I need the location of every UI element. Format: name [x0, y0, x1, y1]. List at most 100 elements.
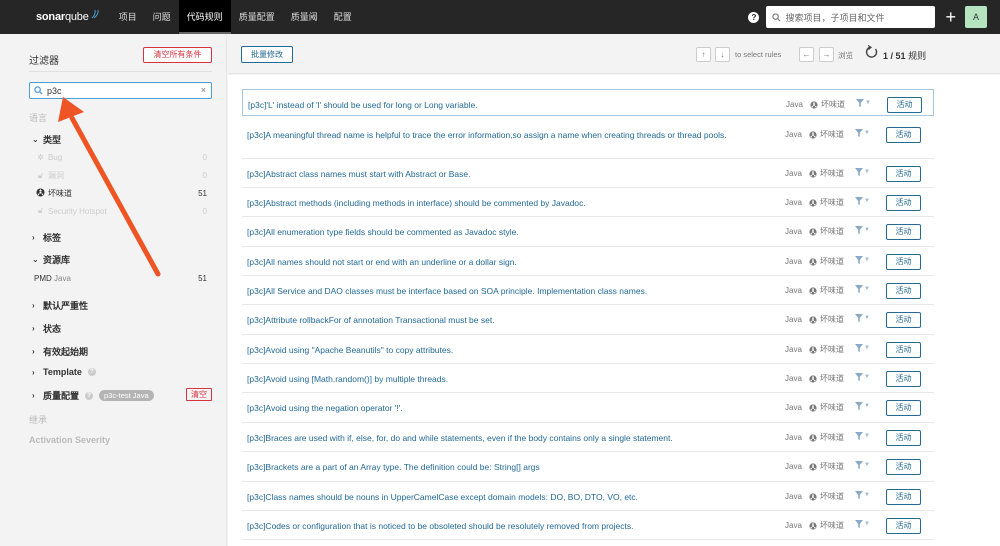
user-avatar[interactable]: A: [965, 6, 987, 28]
rule-search-input[interactable]: [47, 85, 187, 96]
rule-type-label: 坏味道: [820, 521, 844, 530]
activate-rule-button[interactable]: 活动: [886, 459, 921, 475]
rule-row[interactable]: [p3c]'L' instead of 'l' should be used f…: [242, 89, 934, 116]
filter-icon: [855, 168, 863, 176]
nav-item[interactable]: 质量阈: [283, 0, 326, 34]
rule-name-link[interactable]: [p3c]Avoid using the negation operator '…: [247, 401, 757, 415]
rule-name-link[interactable]: [p3c]Brackets are a part of an Array typ…: [247, 460, 757, 474]
filter-similar-dropdown[interactable]: ▼: [855, 168, 870, 176]
filter-similar-dropdown[interactable]: ▼: [855, 226, 870, 234]
activate-rule-button[interactable]: 活动: [886, 430, 921, 446]
type-facet-item-security-hotspot[interactable]: 🔓︎ Security Hotspot 0: [35, 206, 207, 216]
activate-rule-button[interactable]: 活动: [886, 518, 921, 534]
rule-name-link[interactable]: [p3c]Avoid using [Math.random()] by mult…: [247, 372, 757, 386]
nav-item[interactable]: 问题: [145, 0, 179, 34]
rule-row[interactable]: [p3c]Codes or configuration that is noti…: [242, 511, 934, 540]
tags-facet-header[interactable]: › 标签: [32, 231, 61, 244]
rule-name-link[interactable]: [p3c]All Service and DAO classes must be…: [247, 284, 757, 298]
activate-rule-button[interactable]: 活动: [886, 371, 921, 387]
help-icon[interactable]: ?: [87, 368, 96, 376]
reload-icon[interactable]: [865, 44, 879, 61]
rule-name-link[interactable]: [p3c]All names should not start or end w…: [247, 255, 757, 269]
filter-similar-dropdown[interactable]: ▼: [855, 491, 870, 499]
rule-name-link[interactable]: [p3c]'L' instead of 'l' should be used f…: [248, 98, 758, 112]
severity-facet-header[interactable]: › 默认严重性: [32, 299, 88, 312]
rule-name-link[interactable]: [p3c]Abstract methods (including methods…: [247, 196, 757, 210]
filter-similar-dropdown[interactable]: ▼: [855, 344, 870, 352]
activate-rule-button[interactable]: 活动: [886, 127, 921, 143]
rule-row[interactable]: [p3c]All Service and DAO classes must be…: [242, 276, 934, 305]
help-icon[interactable]: ?: [748, 11, 760, 23]
rule-row[interactable]: [p3c]Brackets are a part of an Array typ…: [242, 452, 934, 482]
activate-rule-button[interactable]: 活动: [886, 400, 921, 416]
clear-quality-profile-button[interactable]: 清空: [186, 388, 212, 401]
filter-similar-dropdown[interactable]: ▼: [855, 285, 870, 293]
activate-rule-button[interactable]: 活动: [886, 283, 921, 299]
filter-similar-dropdown[interactable]: ▼: [855, 461, 870, 469]
filter-similar-dropdown[interactable]: ▼: [855, 432, 870, 440]
rule-name-link[interactable]: [p3c]A meaningful thread name is helpful…: [247, 128, 757, 142]
rule-name-link[interactable]: [p3c]Abstract class names must start wit…: [247, 167, 757, 181]
filter-similar-dropdown[interactable]: ▼: [855, 373, 870, 381]
rule-name-link[interactable]: [p3c]Class names should be nouns in Uppe…: [247, 490, 757, 504]
rule-row[interactable]: [p3c]Avoid using the negation operator '…: [242, 393, 934, 423]
help-icon[interactable]: ?: [85, 391, 94, 400]
filter-similar-dropdown[interactable]: ▼: [856, 99, 871, 107]
down-key-icon: ↓: [715, 47, 730, 62]
clear-search-icon[interactable]: ×: [201, 85, 206, 95]
rule-name-link[interactable]: [p3c]Codes or configuration that is noti…: [247, 519, 757, 533]
filter-similar-dropdown[interactable]: ▼: [855, 402, 870, 410]
repository-facet-header[interactable]: ⌄ 资源库: [32, 253, 70, 266]
activate-rule-button[interactable]: 活动: [886, 166, 921, 182]
template-facet-header[interactable]: › Template ?: [32, 367, 96, 377]
bulk-change-button[interactable]: 批量修改: [241, 46, 293, 63]
divider: [29, 71, 212, 72]
rule-row[interactable]: [p3c]Braces are used with if, else, for,…: [242, 423, 934, 452]
type-facet-header[interactable]: ⌄ 类型: [32, 133, 61, 146]
activate-rule-button[interactable]: 活动: [886, 342, 921, 358]
rule-row[interactable]: [p3c]Avoid using "Apache Beanutils" to c…: [242, 335, 934, 364]
rule-name-link[interactable]: [p3c]Attribute rollbackFor of annotation…: [247, 313, 757, 327]
global-search-input[interactable]: 搜索项目，子项目和文件: [766, 6, 936, 28]
type-facet-item-bug[interactable]: ✲ Bug 0: [35, 153, 207, 162]
activate-rule-button[interactable]: 活动: [886, 489, 921, 505]
available-since-facet-header[interactable]: › 有效起始期: [32, 345, 88, 358]
sonarqube-logo[interactable]: sonar qube: [36, 9, 101, 23]
clear-all-filters-button[interactable]: 清空所有条件: [143, 47, 212, 63]
filter-icon: [855, 520, 863, 528]
rule-name-link[interactable]: [p3c]Braces are used with if, else, for,…: [247, 431, 757, 445]
status-facet-header[interactable]: › 状态: [32, 322, 61, 335]
filter-similar-dropdown[interactable]: ▼: [855, 129, 870, 137]
rule-row[interactable]: [p3c]A meaningful thread name is helpful…: [242, 120, 934, 159]
available-since-facet-label: 有效起始期: [43, 347, 89, 357]
activate-rule-button[interactable]: 活动: [886, 254, 921, 270]
nav-item[interactable]: 质量配置: [231, 0, 283, 34]
rule-row[interactable]: [p3c]Attribute rollbackFor of annotation…: [242, 305, 934, 335]
activate-rule-button[interactable]: 活动: [886, 195, 921, 211]
filter-similar-dropdown[interactable]: ▼: [855, 520, 870, 528]
rule-row[interactable]: [p3c]Abstract class names must start wit…: [242, 159, 934, 188]
activate-rule-button[interactable]: 活动: [886, 224, 921, 240]
add-button[interactable]: +: [945, 7, 956, 27]
quality-profile-facet-header[interactable]: › 质量配置 ? p3c-test Java: [32, 389, 154, 402]
rule-name-link[interactable]: [p3c]All enumeration type fields should …: [247, 225, 757, 239]
rule-row[interactable]: [p3c]Class names should be nouns in Uppe…: [242, 482, 934, 511]
language-facet-label[interactable]: 语言: [29, 111, 47, 124]
rule-row[interactable]: [p3c]Avoid using [Math.random()] by mult…: [242, 364, 934, 393]
repository-facet-item-pmd-java[interactable]: PMD Java 51: [34, 274, 207, 283]
activate-rule-button[interactable]: 活动: [886, 312, 921, 328]
nav-item[interactable]: 代码规则: [178, 0, 231, 34]
filter-similar-dropdown[interactable]: ▼: [855, 197, 870, 205]
type-facet-item-vulnerability[interactable]: 🔓︎ 漏洞 0: [35, 170, 207, 181]
filter-similar-dropdown[interactable]: ▼: [855, 314, 870, 322]
filter-similar-dropdown[interactable]: ▼: [855, 256, 870, 264]
rule-row[interactable]: [p3c]All names should not start or end w…: [242, 247, 934, 276]
activate-rule-button[interactable]: 活动: [887, 97, 922, 113]
rule-search-field[interactable]: ×: [29, 82, 212, 99]
rule-name-link[interactable]: [p3c]Avoid using "Apache Beanutils" to c…: [247, 343, 757, 357]
type-facet-item-code-smell[interactable]: 坏味道 51: [35, 188, 207, 199]
rule-row[interactable]: [p3c]All enumeration type fields should …: [242, 217, 934, 247]
nav-item[interactable]: 项目: [111, 0, 145, 34]
nav-item[interactable]: 配置: [326, 0, 360, 34]
rule-row[interactable]: [p3c]Abstract methods (including methods…: [242, 188, 934, 217]
